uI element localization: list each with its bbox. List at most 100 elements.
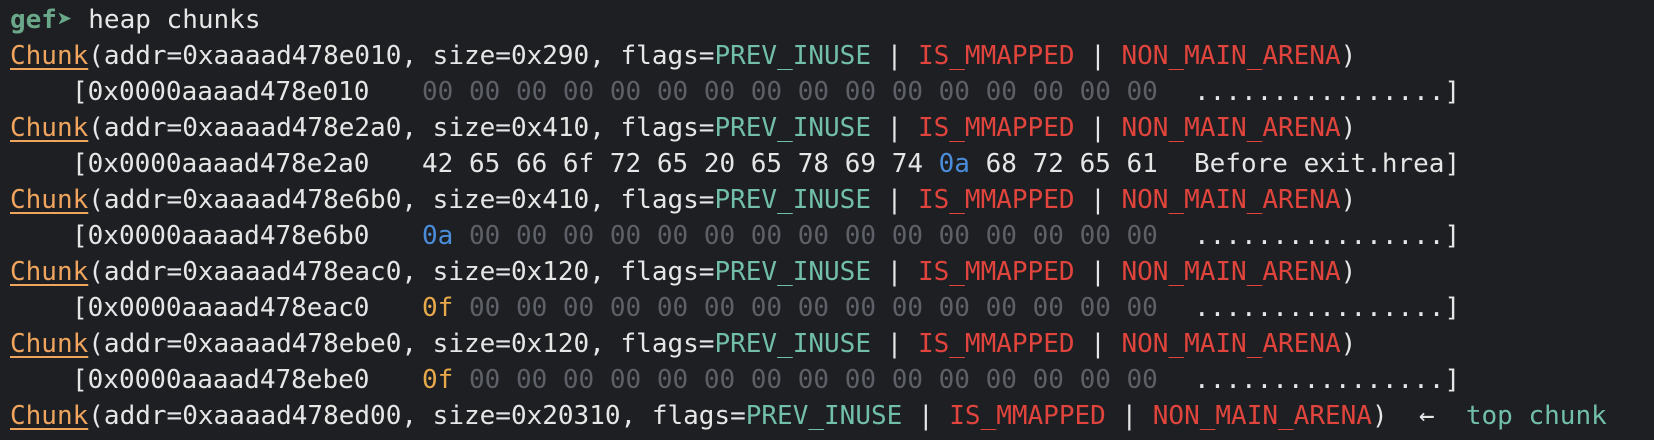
top-chunk-line: Chunk(addr=0xaaaad478ed00, size=0x20310,… bbox=[10, 398, 1654, 434]
chunk-dump-row: [0x0000aaaad478ebe0 0f 00 00 00 00 00 00 … bbox=[10, 362, 1654, 398]
chunk-list: Chunk(addr=0xaaaad478e010, size=0x290, f… bbox=[10, 38, 1654, 398]
chunk-label: , flags= bbox=[620, 401, 746, 431]
hex-byte: 00 bbox=[750, 221, 783, 251]
hex-byte: 00 bbox=[891, 365, 923, 395]
hex-byte: 00 bbox=[468, 77, 501, 107]
hex-byte: 78 bbox=[797, 149, 830, 179]
chunk-flag: IS_MMAPPED bbox=[949, 401, 1106, 431]
hex-byte: 00 bbox=[703, 293, 736, 323]
chunk-addr: 0xaaaad478ebe0 bbox=[182, 329, 402, 359]
hex-byte: 00 bbox=[750, 293, 783, 323]
hex-byte: 00 bbox=[562, 77, 595, 107]
chunk-label: , size= bbox=[401, 257, 511, 287]
hex-byte: 00 bbox=[1126, 77, 1158, 107]
chunk-keyword: Chunk bbox=[10, 41, 89, 71]
hex-byte: 6f bbox=[562, 149, 595, 179]
chunk-label: (addr= bbox=[88, 185, 183, 215]
hex-byte: 00 bbox=[609, 77, 642, 107]
top-chunk-label: top chunk bbox=[1465, 401, 1607, 431]
hex-byte: 00 bbox=[703, 77, 736, 107]
chunk-flag: IS_MMAPPED bbox=[917, 329, 1075, 359]
flag-separator: | bbox=[1074, 113, 1122, 143]
hex-byte: 00 bbox=[1032, 365, 1064, 395]
hex-byte: 00 bbox=[515, 293, 548, 323]
chunk-flag: PREV_INUSE bbox=[745, 401, 903, 431]
chunk-addr: 0xaaaad478ed00 bbox=[182, 401, 402, 431]
chunk-flag: NON_MAIN_ARENA bbox=[1121, 257, 1341, 287]
chunk-keyword: Chunk bbox=[10, 257, 89, 287]
chunk-label: , flags= bbox=[589, 257, 715, 287]
flag-separator: | bbox=[871, 329, 918, 359]
chunk-label: ) bbox=[1340, 113, 1357, 143]
hex-byte: 00 bbox=[422, 77, 454, 107]
hex-byte: 00 bbox=[562, 365, 595, 395]
dump-address: [0x0000aaaad478e010 bbox=[72, 77, 370, 107]
hex-byte: 00 bbox=[703, 365, 736, 395]
dump-address: [0x0000aaaad478ebe0 bbox=[72, 365, 370, 395]
chunk-keyword: Chunk bbox=[10, 401, 89, 431]
hex-byte: 00 bbox=[515, 365, 548, 395]
chunk-flag: PREV_INUSE bbox=[714, 185, 871, 215]
hex-byte: 00 bbox=[1032, 77, 1064, 107]
hex-byte: 00 bbox=[750, 77, 783, 107]
dump-bytes: 00 00 00 00 00 00 00 00 00 00 00 00 00 0… bbox=[422, 74, 1194, 110]
chunk-header: Chunk(addr=0xaaaad478e2a0, size=0x410, f… bbox=[10, 110, 1654, 146]
hex-byte: 00 bbox=[609, 293, 642, 323]
chunk-dump-row: [0x0000aaaad478eac0 0f 00 00 00 00 00 00 … bbox=[10, 290, 1654, 326]
hex-byte: 00 bbox=[938, 293, 970, 323]
chunk-flag: PREV_INUSE bbox=[714, 257, 871, 287]
flag-separator: | bbox=[871, 113, 918, 143]
hex-byte: 00 bbox=[985, 77, 1017, 107]
chunk-label: (addr= bbox=[88, 113, 183, 143]
chunk-label: , size= bbox=[401, 185, 511, 215]
chunk-label: ) bbox=[1340, 41, 1357, 71]
chunk-keyword: Chunk bbox=[10, 185, 89, 215]
chunk-dump-row: [0x0000aaaad478e6b0 0a 00 00 00 00 00 00 … bbox=[10, 218, 1654, 254]
hex-byte: 00 bbox=[750, 365, 783, 395]
top-arrow: ← bbox=[1387, 401, 1466, 431]
hex-byte: 66 bbox=[515, 149, 548, 179]
chunk-flag: NON_MAIN_ARENA bbox=[1121, 41, 1341, 71]
hex-byte: 00 bbox=[985, 365, 1017, 395]
hex-byte: 00 bbox=[844, 77, 877, 107]
hex-byte: 00 bbox=[562, 221, 595, 251]
chunk-label: , flags= bbox=[589, 329, 715, 359]
chunk-flag: IS_MMAPPED bbox=[917, 185, 1075, 215]
hex-byte: 00 bbox=[938, 77, 970, 107]
chunk-flag: NON_MAIN_ARENA bbox=[1121, 329, 1341, 359]
hex-byte: 00 bbox=[468, 221, 501, 251]
hex-byte: 0a bbox=[938, 149, 970, 179]
dump-bytes: 42 65 66 6f 72 65 20 65 78 69 74 0a 68 7… bbox=[422, 146, 1194, 182]
hex-byte: 00 bbox=[938, 221, 970, 251]
chunk-addr: 0xaaaad478e6b0 bbox=[182, 185, 402, 215]
chunk-label: ) bbox=[1371, 401, 1388, 431]
hex-byte: 00 bbox=[703, 221, 736, 251]
hex-byte: 00 bbox=[609, 221, 642, 251]
flag-separator: | bbox=[871, 257, 918, 287]
hex-byte: 65 bbox=[750, 149, 783, 179]
chunk-header: Chunk(addr=0xaaaad478ebe0, size=0x120, f… bbox=[10, 326, 1654, 362]
chunk-label: , size= bbox=[401, 401, 511, 431]
hex-byte: 00 bbox=[515, 77, 548, 107]
hex-byte: 00 bbox=[844, 365, 877, 395]
dump-bytes: 0f 00 00 00 00 00 00 00 00 00 00 00 00 0… bbox=[422, 290, 1194, 326]
chunk-flag: NON_MAIN_ARENA bbox=[1152, 401, 1372, 431]
dump-ascii: ................] bbox=[1194, 293, 1461, 323]
hex-byte: 65 bbox=[1079, 149, 1111, 179]
hex-byte: 00 bbox=[938, 365, 970, 395]
flag-separator: | bbox=[1074, 185, 1122, 215]
chunk-addr: 0xaaaad478eac0 bbox=[182, 257, 402, 287]
chunk-label: (addr= bbox=[88, 41, 183, 71]
chunk-flag: PREV_INUSE bbox=[714, 329, 871, 359]
hex-byte: 00 bbox=[656, 293, 689, 323]
chunk-label: ) bbox=[1340, 257, 1357, 287]
chunk-label: , flags= bbox=[589, 41, 715, 71]
dump-address: [0x0000aaaad478e2a0 bbox=[72, 149, 370, 179]
hex-byte: 00 bbox=[797, 293, 830, 323]
chunk-addr: 0xaaaad478e2a0 bbox=[182, 113, 402, 143]
dump-bytes: 0f 00 00 00 00 00 00 00 00 00 00 00 00 0… bbox=[422, 362, 1194, 398]
hex-byte: 00 bbox=[985, 293, 1017, 323]
hex-byte: 00 bbox=[1126, 365, 1158, 395]
gef-prompt: gef➤ bbox=[10, 5, 73, 35]
hex-byte: 68 bbox=[985, 149, 1017, 179]
